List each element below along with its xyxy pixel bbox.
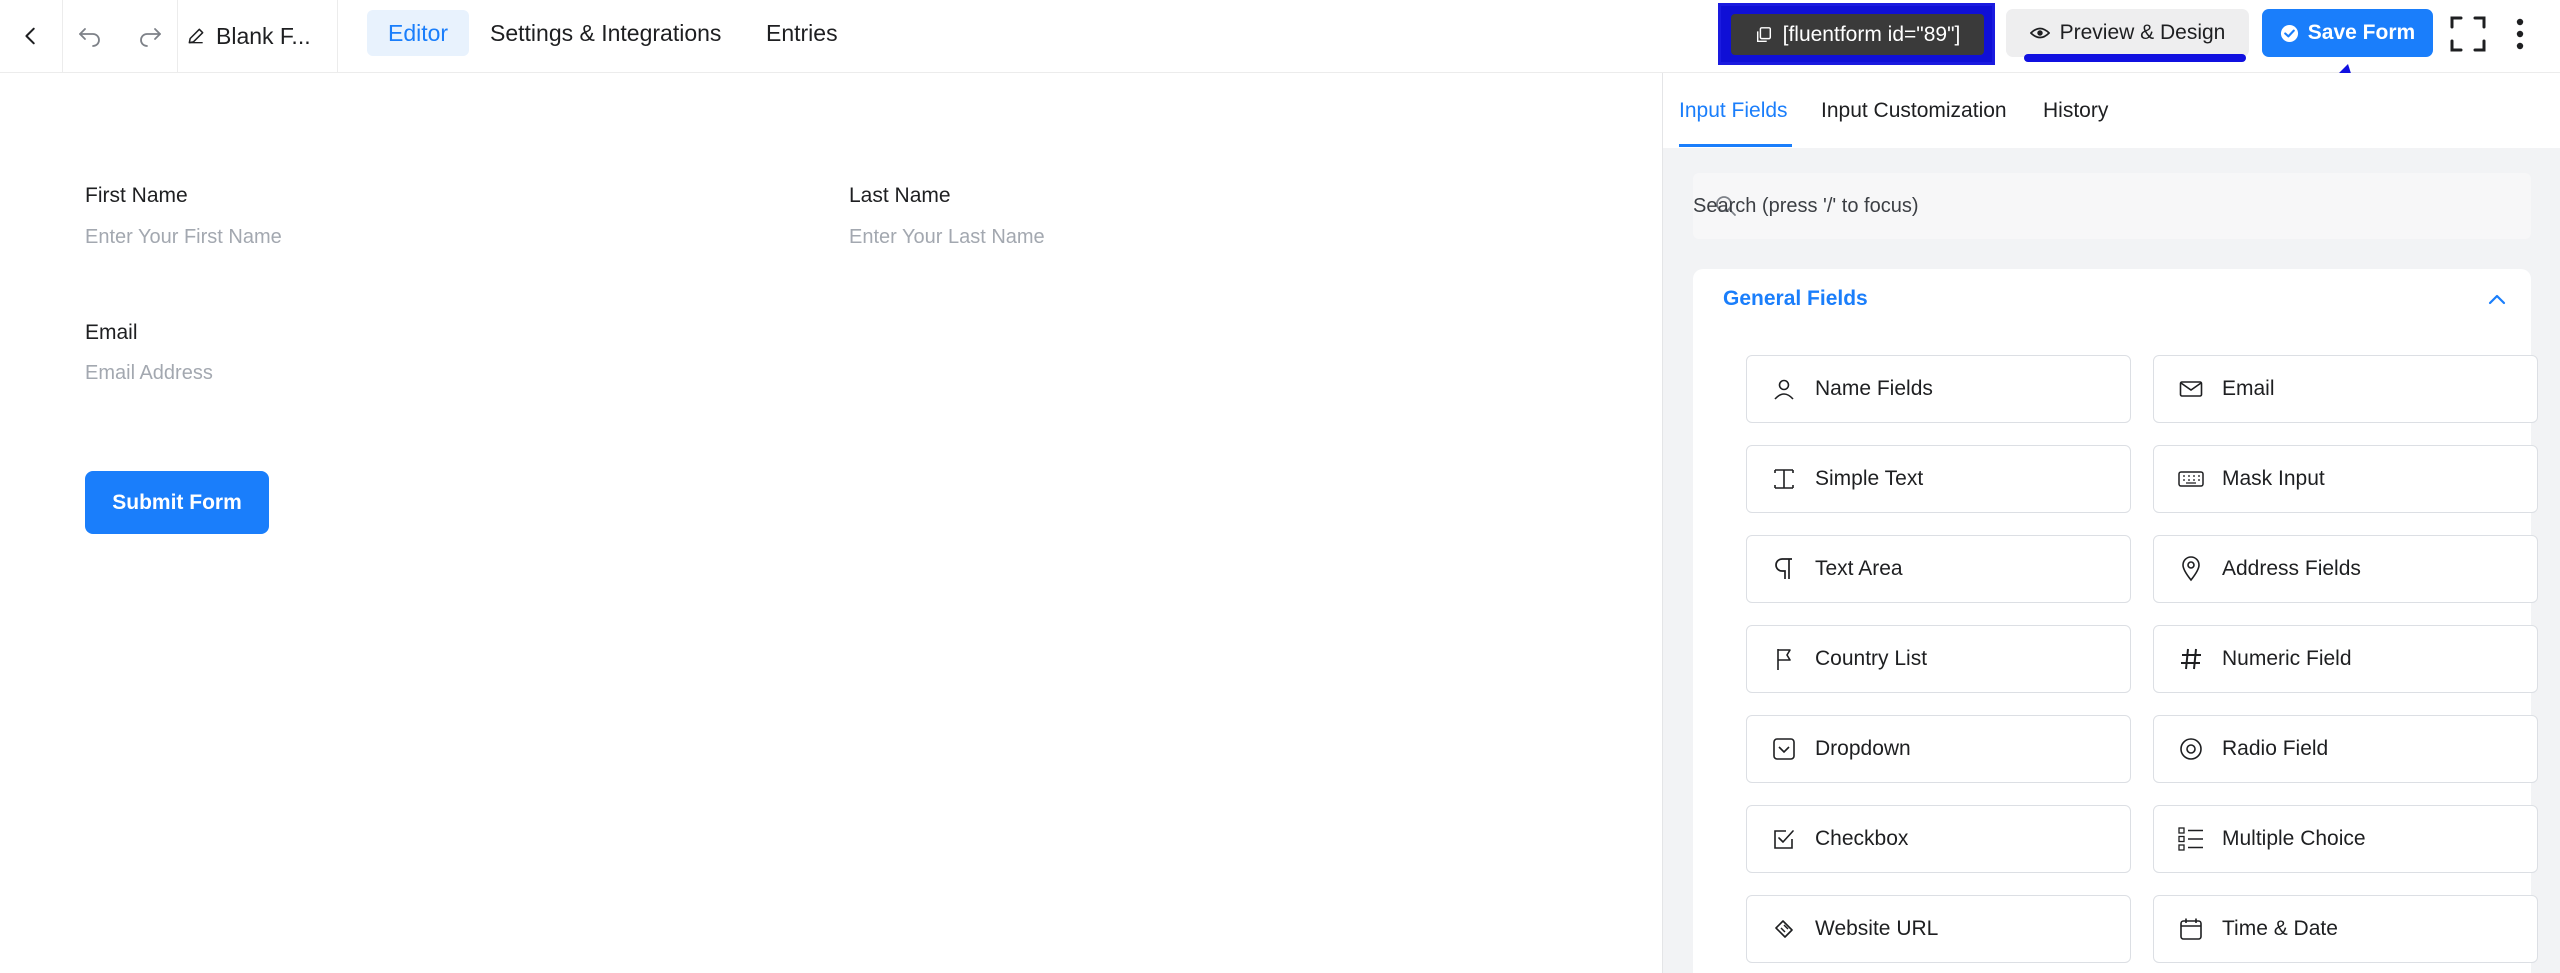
- tab-history[interactable]: History: [2043, 73, 2108, 148]
- field-label: Checkbox: [1815, 827, 1909, 850]
- field-label: Address Fields: [2222, 557, 2361, 580]
- undo-button[interactable]: [70, 0, 110, 72]
- field-label: Mask Input: [2222, 467, 2325, 490]
- field-simple-text[interactable]: Simple Text: [1746, 445, 2131, 513]
- back-button[interactable]: [0, 0, 62, 72]
- tab-input-fields[interactable]: Input Fields: [1679, 73, 1788, 148]
- copy-icon: [1756, 26, 1771, 42]
- tab-settings-integrations[interactable]: Settings & Integrations: [469, 10, 742, 56]
- tab-input-customization[interactable]: Input Customization: [1821, 73, 2007, 148]
- first-name-input[interactable]: Enter Your First Name: [85, 226, 282, 249]
- toolbar-divider: [337, 0, 338, 72]
- field-dropdown[interactable]: Dropdown: [1746, 715, 2131, 783]
- person-icon: [1771, 376, 1797, 402]
- field-label: Website URL: [1815, 917, 1939, 940]
- search-input[interactable]: [1693, 173, 2531, 239]
- toolbar-divider: [177, 0, 178, 72]
- text-cursor-icon: [1771, 466, 1797, 492]
- field-label: Numeric Field: [2222, 647, 2352, 670]
- chevron-up-icon: [2488, 294, 2506, 305]
- check-circle-icon: [2280, 24, 2298, 42]
- field-text-area[interactable]: Text Area: [1746, 535, 2131, 603]
- chevron-left-icon: [25, 27, 35, 45]
- field-label: Radio Field: [2222, 737, 2329, 760]
- radio-icon: [2178, 736, 2204, 762]
- field-mask-input[interactable]: Mask Input: [2153, 445, 2538, 513]
- general-fields-header[interactable]: General Fields: [1693, 269, 2531, 331]
- first-name-label: First Name: [85, 184, 188, 207]
- flag-icon: [1771, 646, 1797, 672]
- form-title: Blank F...: [216, 22, 311, 49]
- field-radio-field[interactable]: Radio Field: [2153, 715, 2538, 783]
- last-name-label: Last Name: [849, 184, 951, 207]
- panel-tabs: Input Fields Input Customization History: [1663, 73, 2560, 148]
- general-fields-section: General Fields Name Fields Email Simple …: [1693, 269, 2538, 973]
- field-label: Time & Date: [2222, 917, 2338, 940]
- field-name-fields[interactable]: Name Fields: [1746, 355, 2131, 423]
- field-label: Multiple Choice: [2222, 827, 2366, 850]
- field-address-fields[interactable]: Address Fields: [2153, 535, 2538, 603]
- field-label: Country List: [1815, 647, 1928, 670]
- field-email[interactable]: Email: [2153, 355, 2538, 423]
- shortcode-text: [fluentform id="89"]: [1782, 22, 1961, 46]
- fullscreen-icon: [2450, 16, 2486, 52]
- tab-entries[interactable]: Entries: [745, 10, 859, 56]
- field-checkbox[interactable]: Checkbox: [1746, 805, 2131, 873]
- more-options-button[interactable]: [2500, 14, 2540, 54]
- shortcode-copy-button[interactable]: [fluentform id="89"]: [1731, 14, 1984, 55]
- eye-icon: [2029, 27, 2050, 39]
- checkbox-icon: [1771, 826, 1797, 852]
- redo-icon: [140, 28, 161, 47]
- dropdown-box-icon: [1771, 736, 1797, 762]
- active-tab-indicator: [1679, 144, 1792, 147]
- toolbar-divider: [62, 0, 63, 72]
- top-toolbar: Blank F... Editor Settings & Integration…: [0, 0, 2560, 73]
- field-search: [1693, 173, 2531, 239]
- preview-label: Preview & Design: [2059, 21, 2226, 44]
- envelope-icon: [2178, 376, 2204, 402]
- preview-design-button[interactable]: Preview & Design: [2006, 9, 2249, 57]
- field-label: Name Fields: [1815, 377, 1933, 400]
- fields-panel: Input Fields Input Customization History…: [1662, 73, 2560, 973]
- field-multiple-choice[interactable]: Multiple Choice: [2153, 805, 2538, 873]
- hash-icon: [2178, 646, 2204, 672]
- keyboard-icon: [2178, 466, 2204, 492]
- annotation-underline: [2024, 54, 2246, 62]
- form-canvas: First Name Enter Your First Name Last Na…: [0, 73, 1662, 973]
- submit-form-button[interactable]: Submit Form: [85, 471, 269, 534]
- pencil-icon: [188, 28, 204, 44]
- fullscreen-button[interactable]: [2448, 14, 2488, 54]
- last-name-input[interactable]: Enter Your Last Name: [849, 226, 1045, 249]
- field-website-url[interactable]: Website URL: [1746, 895, 2131, 963]
- field-label: Dropdown: [1815, 737, 1911, 760]
- field-country-list[interactable]: Country List: [1746, 625, 2131, 693]
- field-time-date[interactable]: Time & Date: [2153, 895, 2538, 963]
- tab-editor[interactable]: Editor: [367, 10, 470, 56]
- list-icon: [2178, 826, 2204, 852]
- field-label: Simple Text: [1815, 467, 1924, 490]
- save-form-button[interactable]: Save Form: [2262, 9, 2433, 57]
- email-label: Email: [85, 321, 138, 344]
- save-label: Save Form: [2307, 21, 2416, 44]
- calendar-icon: [2178, 916, 2204, 942]
- link-icon: [1771, 916, 1797, 942]
- paragraph-icon: [1771, 556, 1797, 582]
- field-numeric-field[interactable]: Numeric Field: [2153, 625, 2538, 693]
- email-input[interactable]: Email Address: [85, 362, 213, 385]
- vertical-dots-icon: [2516, 18, 2524, 50]
- field-label: Text Area: [1815, 557, 1903, 580]
- field-label: Email: [2222, 377, 2275, 400]
- undo-icon: [79, 28, 100, 47]
- section-title: General Fields: [1723, 287, 1868, 310]
- form-title-button[interactable]: Blank F...: [186, 0, 336, 72]
- redo-button[interactable]: [130, 0, 170, 72]
- map-pin-icon: [2178, 556, 2204, 582]
